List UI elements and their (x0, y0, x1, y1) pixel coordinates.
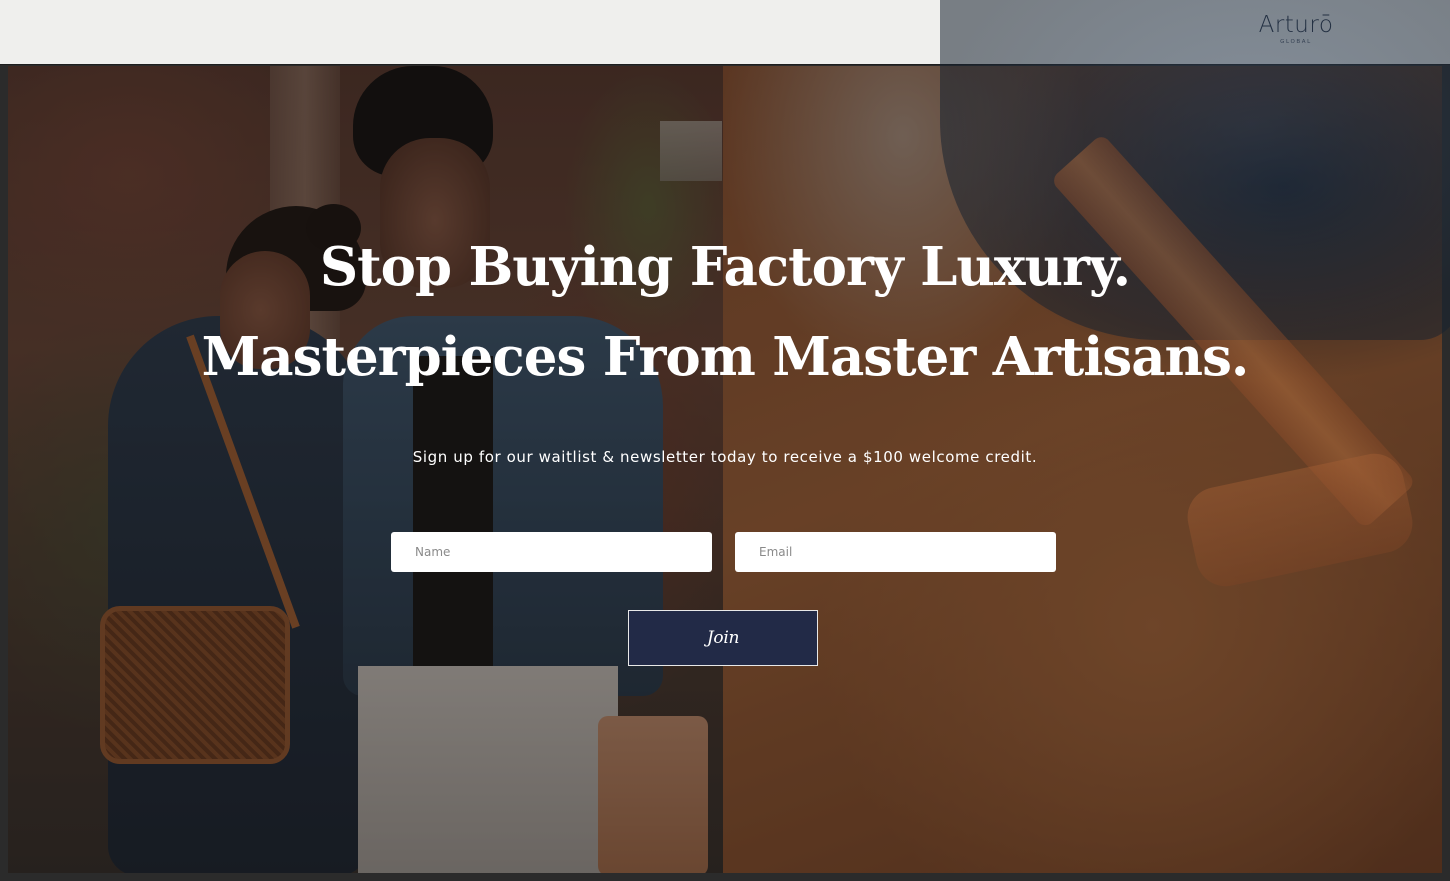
name-input[interactable] (391, 532, 712, 572)
brand-logo-subtitle: GLOBAL (1280, 39, 1312, 45)
join-button[interactable]: Join (628, 610, 818, 666)
hero-headline-line-1: Stop Buying Factory Luxury. (319, 236, 1131, 298)
email-input[interactable] (735, 532, 1056, 572)
brand-logo[interactable]: Arturō GLOBAL (1252, 12, 1340, 50)
hero-subtitle: Sign up for our waitlist & newsletter to… (412, 448, 1038, 466)
hero-headline-line-2: Masterpieces From Master Artisans. (201, 326, 1250, 388)
brand-logo-wordmark: Arturō (1258, 12, 1334, 38)
hero-dark-overlay (8, 66, 1442, 873)
top-bar: Arturō GLOBAL (0, 0, 1450, 65)
hero-section (8, 66, 1442, 873)
